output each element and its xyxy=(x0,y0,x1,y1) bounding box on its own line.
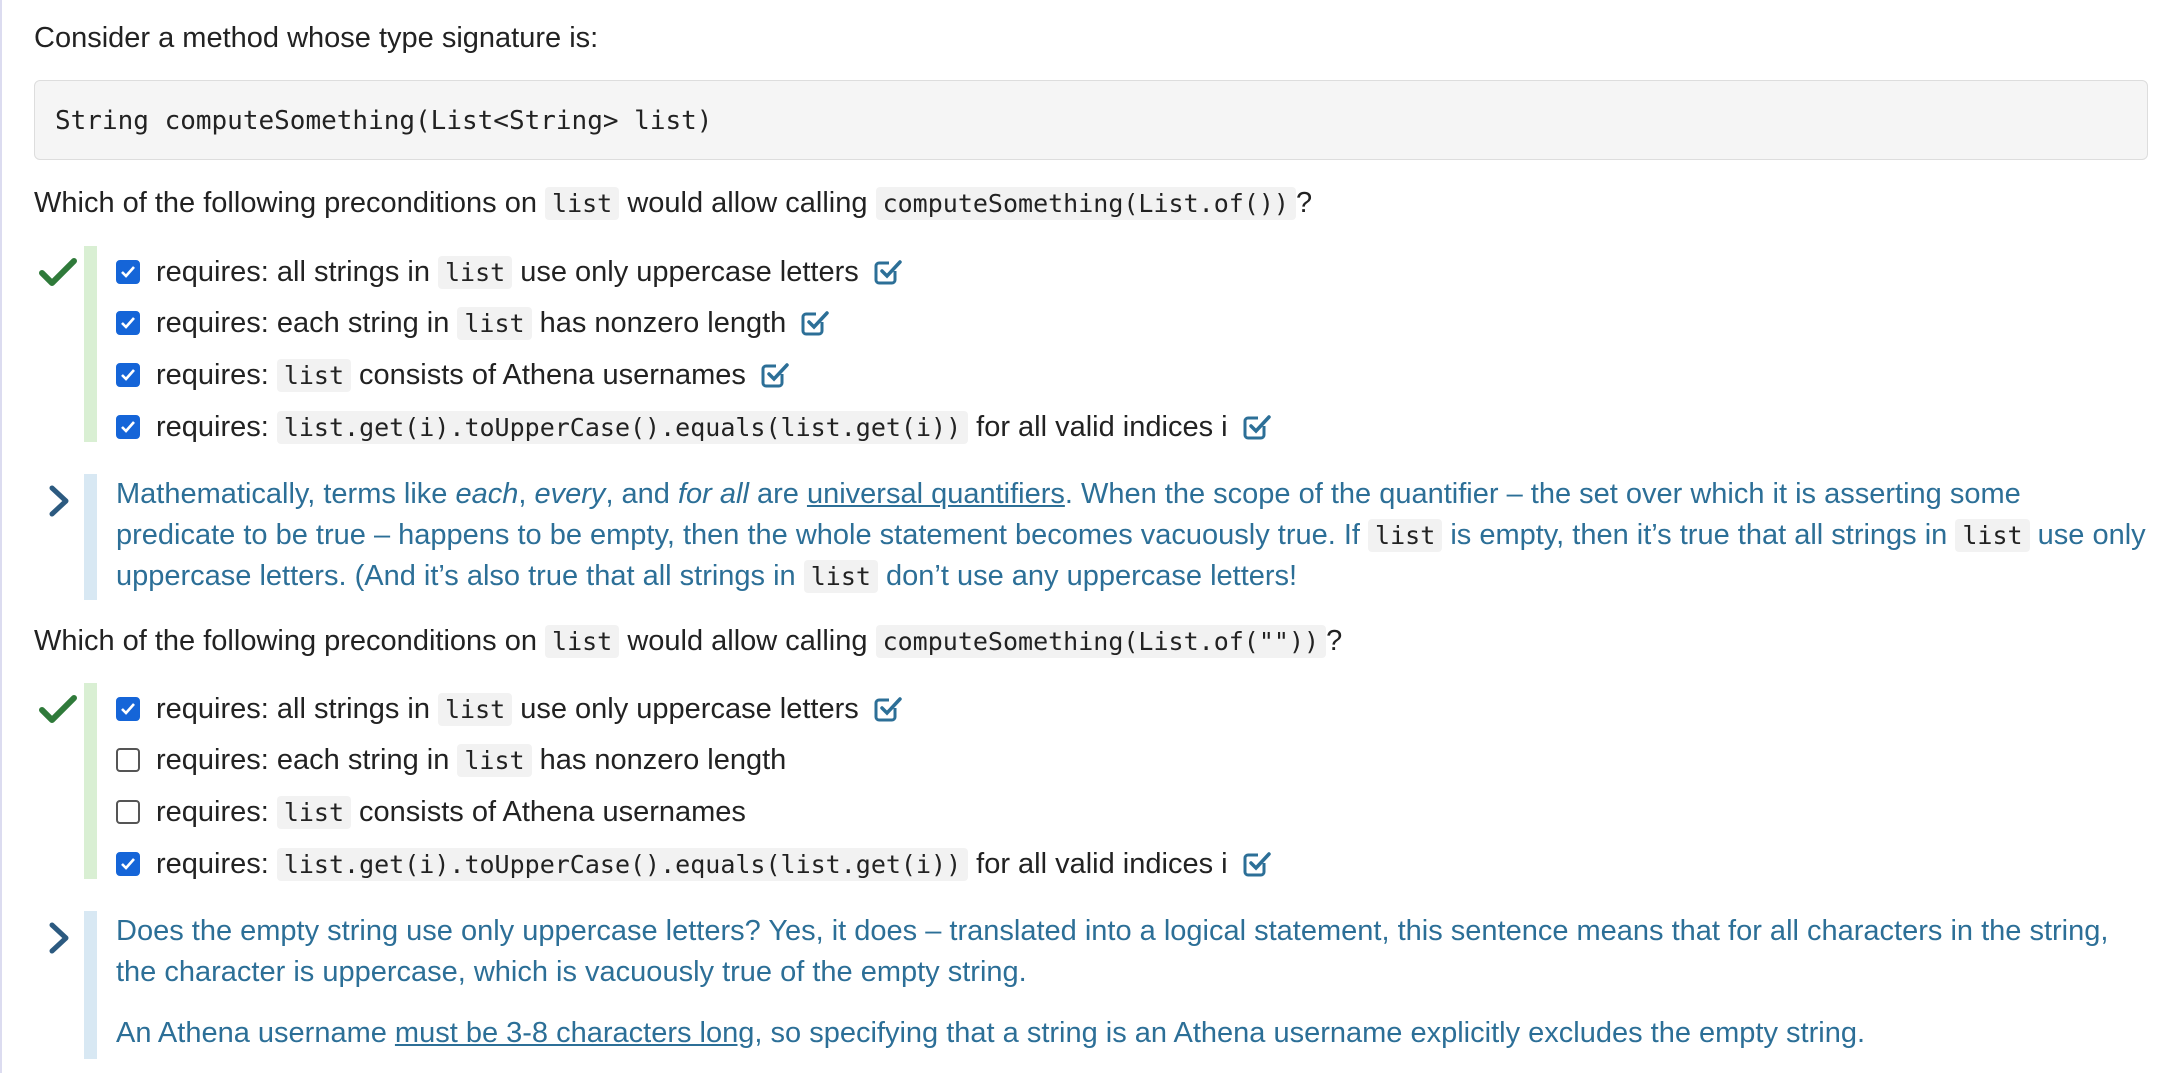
checkbox[interactable] xyxy=(116,415,140,439)
checkbox[interactable] xyxy=(116,311,140,335)
check-square-icon xyxy=(1243,852,1271,877)
inline-code: list xyxy=(803,560,878,593)
q1-option-1[interactable]: requires: all strings in list use only u… xyxy=(116,246,903,298)
q2-explain-bar xyxy=(84,911,97,1059)
check-square-icon xyxy=(874,260,902,285)
option-code: list xyxy=(276,358,352,392)
q2-post: ? xyxy=(1326,625,1343,657)
checkbox[interactable] xyxy=(116,697,140,721)
intro-text: Consider a method whose type signature i… xyxy=(34,22,599,54)
option-label-end: consists of Athena usernames xyxy=(359,358,746,391)
option-code: list.get(i).toUpperCase().equals(list.ge… xyxy=(276,410,969,444)
q1-code-list: list xyxy=(545,187,620,220)
inline-code: list xyxy=(1368,519,1443,552)
q1-explanation: Mathematically, terms like each, every, … xyxy=(34,474,2150,600)
q2-explanation-para-2: An Athena username must be 3-8 character… xyxy=(116,1017,1866,1049)
q2-mid: would allow calling xyxy=(627,625,868,657)
option-code: list xyxy=(438,255,513,289)
q1-pre: Which of the following preconditions on xyxy=(34,187,537,219)
signature-code-block: String computeSomething(List<String> lis… xyxy=(34,80,2148,160)
option-label: requires: each string in xyxy=(156,743,450,776)
q2-option-2[interactable]: requires: each string in list has nonzer… xyxy=(116,734,786,786)
q1-post: ? xyxy=(1295,187,1313,219)
check-square-icon xyxy=(1243,415,1271,440)
question-2: Which of the following preconditions on … xyxy=(34,621,1342,662)
checkbox[interactable] xyxy=(116,363,140,387)
inline-code: list xyxy=(1955,519,2030,552)
option-code: list xyxy=(457,306,532,340)
q2-option-1[interactable]: requires: all strings in list use only u… xyxy=(116,683,903,735)
q2-pre: Which of the following preconditions on xyxy=(34,625,537,657)
chevron-right-icon[interactable] xyxy=(46,921,72,955)
q1-option-3[interactable]: requires: list consists of Athena userna… xyxy=(116,349,790,401)
q1-option-4[interactable]: requires: list.get(i).toUpperCase().equa… xyxy=(116,401,1272,453)
option-label: requires: each string in xyxy=(156,306,450,339)
checkbox[interactable] xyxy=(116,260,140,284)
option-label-end: has nonzero length xyxy=(539,306,787,339)
q2-explanation-para-1: Does the empty string use only uppercase… xyxy=(116,915,2109,988)
option-label-end: use only uppercase letters xyxy=(520,255,859,288)
option-code: list xyxy=(438,692,513,726)
q1-explain-bar xyxy=(84,474,97,600)
left-margin-rule xyxy=(0,0,2,1073)
check-square-icon xyxy=(874,697,902,722)
check-square-icon xyxy=(761,363,789,388)
option-label: requires: xyxy=(156,410,269,443)
checkmark-icon xyxy=(39,695,77,723)
checkbox[interactable] xyxy=(116,852,140,876)
option-label: requires: xyxy=(156,795,269,828)
q1-mid: would allow calling xyxy=(627,187,868,219)
option-label-end: has nonzero length xyxy=(539,743,787,776)
checkbox[interactable] xyxy=(116,748,140,772)
option-label: requires: xyxy=(156,358,269,391)
q2-option-3[interactable]: requires: list consists of Athena userna… xyxy=(116,786,746,838)
option-label: requires: all strings in xyxy=(156,255,430,288)
checkmark-icon xyxy=(39,258,77,286)
q2-code-list: list xyxy=(545,625,620,658)
option-label: requires: all strings in xyxy=(156,692,430,725)
q1-code-call: computeSomething(List.of()) xyxy=(875,187,1296,220)
q1-explanation-text: Mathematically, terms like each, every, … xyxy=(116,478,2146,593)
option-code: list xyxy=(457,743,532,777)
q2-explanation: Does the empty string use only uppercase… xyxy=(34,911,2150,1059)
universal-quantifiers-link[interactable]: universal quantifiers xyxy=(807,478,1065,510)
check-square-icon xyxy=(801,311,830,336)
option-label-end: for all valid indices i xyxy=(976,410,1228,443)
q2-option-4[interactable]: requires: list.get(i).toUpperCase().equa… xyxy=(116,838,1272,890)
q2-answers: requires: all strings in list use only u… xyxy=(34,683,2150,881)
q1-answers: requires: all strings in list use only u… xyxy=(34,246,2150,444)
q2-code-call: computeSomething(List.of("")) xyxy=(875,625,1327,658)
option-label-end: use only uppercase letters xyxy=(520,692,859,725)
athena-username-length-link[interactable]: must be 3-8 characters long xyxy=(395,1017,754,1049)
q2-correct-bar xyxy=(84,683,97,879)
q2-explanation-text: Does the empty string use only uppercase… xyxy=(116,911,2146,1054)
question-1: Which of the following preconditions on … xyxy=(34,183,1312,224)
option-code: list xyxy=(276,795,352,829)
checkbox[interactable] xyxy=(116,800,140,824)
option-label-end: for all valid indices i xyxy=(976,847,1228,880)
option-label-end: consists of Athena usernames xyxy=(359,795,746,828)
option-code: list.get(i).toUpperCase().equals(list.ge… xyxy=(276,847,969,881)
q1-correct-bar xyxy=(84,246,97,442)
q1-option-2[interactable]: requires: each string in list has nonzer… xyxy=(116,297,830,349)
option-label: requires: xyxy=(156,847,269,880)
chevron-right-icon[interactable] xyxy=(46,484,72,518)
